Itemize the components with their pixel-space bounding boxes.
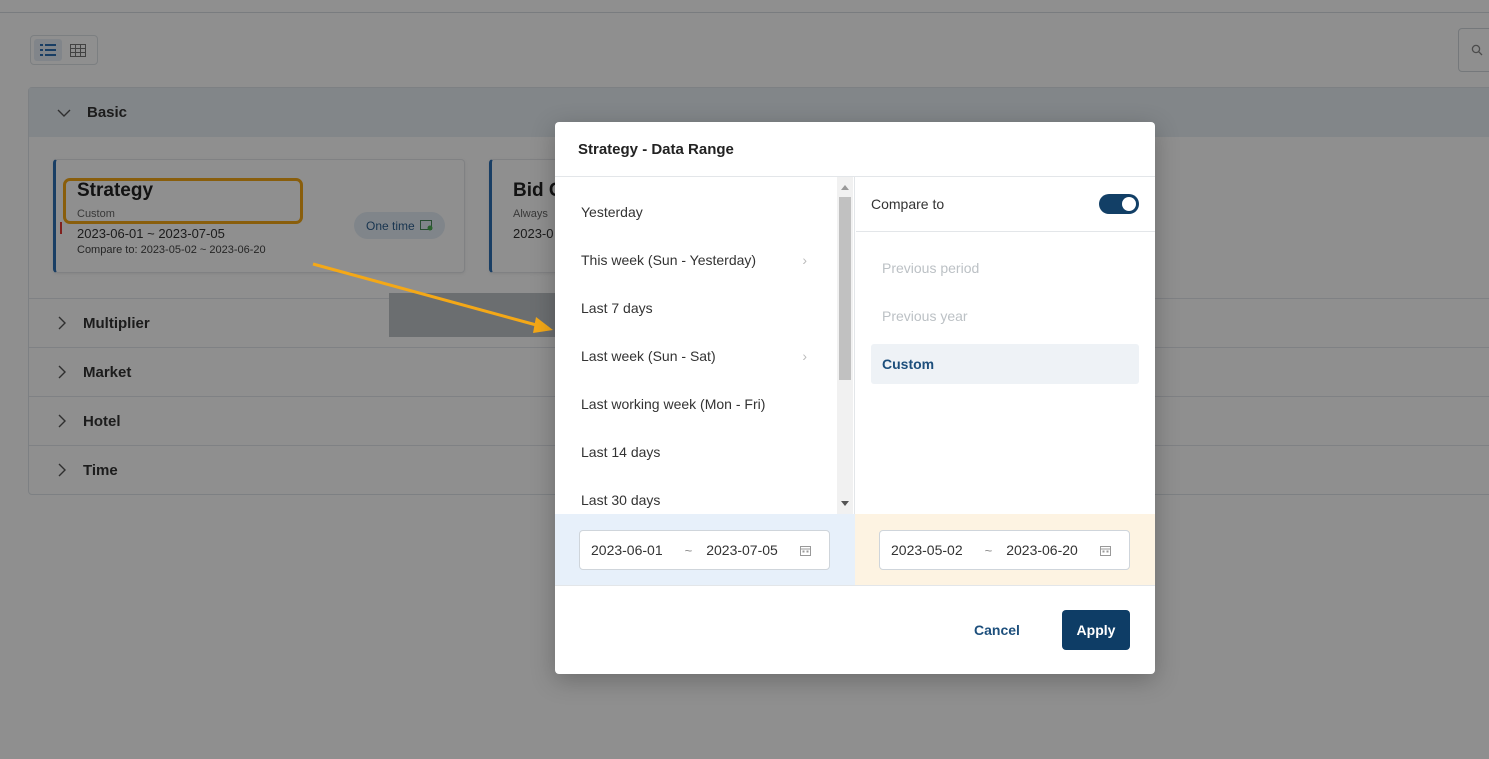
end-date: 2023-06-20 xyxy=(1006,542,1078,558)
preset-item[interactable]: This week (Sun - Yesterday) › xyxy=(555,236,837,284)
compare-pane: Compare to Previous period Previous year… xyxy=(856,177,1155,514)
start-date: 2023-05-02 xyxy=(891,542,963,558)
cancel-button[interactable]: Cancel xyxy=(967,610,1027,650)
modal-title: Strategy - Data Range xyxy=(578,141,734,158)
range-separator: ~ xyxy=(984,542,993,558)
preset-label: Last 14 days xyxy=(581,444,661,460)
end-date: 2023-07-05 xyxy=(706,542,778,558)
range-separator: ~ xyxy=(684,542,693,558)
preset-label: This week (Sun - Yesterday) xyxy=(581,252,757,268)
preset-label: Yesterday xyxy=(581,204,643,220)
scroll-thumb[interactable] xyxy=(839,197,851,380)
preset-item[interactable]: Last 30 days xyxy=(555,476,837,514)
calendar-icon xyxy=(1099,545,1111,556)
toggle-knob xyxy=(1122,197,1136,211)
preset-items: Yesterday This week (Sun - Yesterday) › Las… xyxy=(555,188,837,514)
preset-label: Last working week (Mon - Fri) xyxy=(581,396,766,412)
primary-range-row: 2023-06-01 ~ 2023-07-05 xyxy=(555,514,855,585)
compare-date-range-input[interactable]: 2023-05-02 ~ 2023-06-20 xyxy=(879,530,1130,570)
calendar-icon xyxy=(799,545,811,556)
preset-label: Last 30 days xyxy=(581,492,661,508)
scroll-down-arrow[interactable] xyxy=(841,501,849,506)
apply-button[interactable]: Apply xyxy=(1062,610,1130,650)
primary-date-range-input[interactable]: 2023-06-01 ~ 2023-07-05 xyxy=(579,530,830,570)
date-range-modal: Strategy - Data Range Yesterday This week… xyxy=(555,122,1155,674)
preset-list: Yesterday This week (Sun - Yesterday) › Las… xyxy=(555,177,855,514)
preset-item[interactable]: Last working week (Mon - Fri) xyxy=(555,380,837,428)
compare-range-row: 2023-05-02 ~ 2023-06-20 xyxy=(855,514,1155,585)
chevron-right-icon: › xyxy=(802,348,807,364)
chevron-right-icon: › xyxy=(802,252,807,268)
compare-option-previous-year[interactable]: Previous year xyxy=(871,296,1139,336)
preset-item[interactable]: Last week (Sun - Sat) › xyxy=(555,332,837,380)
preset-label: Last week (Sun - Sat) xyxy=(581,348,716,364)
scroll-up-arrow[interactable] xyxy=(841,185,849,190)
preset-item[interactable]: Yesterday xyxy=(555,188,837,236)
compare-toggle[interactable] xyxy=(1099,194,1139,214)
compare-option-custom[interactable]: Custom xyxy=(871,344,1139,384)
compare-row: Compare to xyxy=(856,177,1155,232)
preset-item[interactable]: Last 14 days xyxy=(555,428,837,476)
divider xyxy=(555,585,1155,586)
preset-label: Last 7 days xyxy=(581,300,653,316)
compare-option-previous-period[interactable]: Previous period xyxy=(871,248,1139,288)
preset-item[interactable]: Last 7 days xyxy=(555,284,837,332)
start-date: 2023-06-01 xyxy=(591,542,663,558)
compare-label: Compare to xyxy=(871,196,945,212)
scrollbar[interactable] xyxy=(837,177,853,514)
